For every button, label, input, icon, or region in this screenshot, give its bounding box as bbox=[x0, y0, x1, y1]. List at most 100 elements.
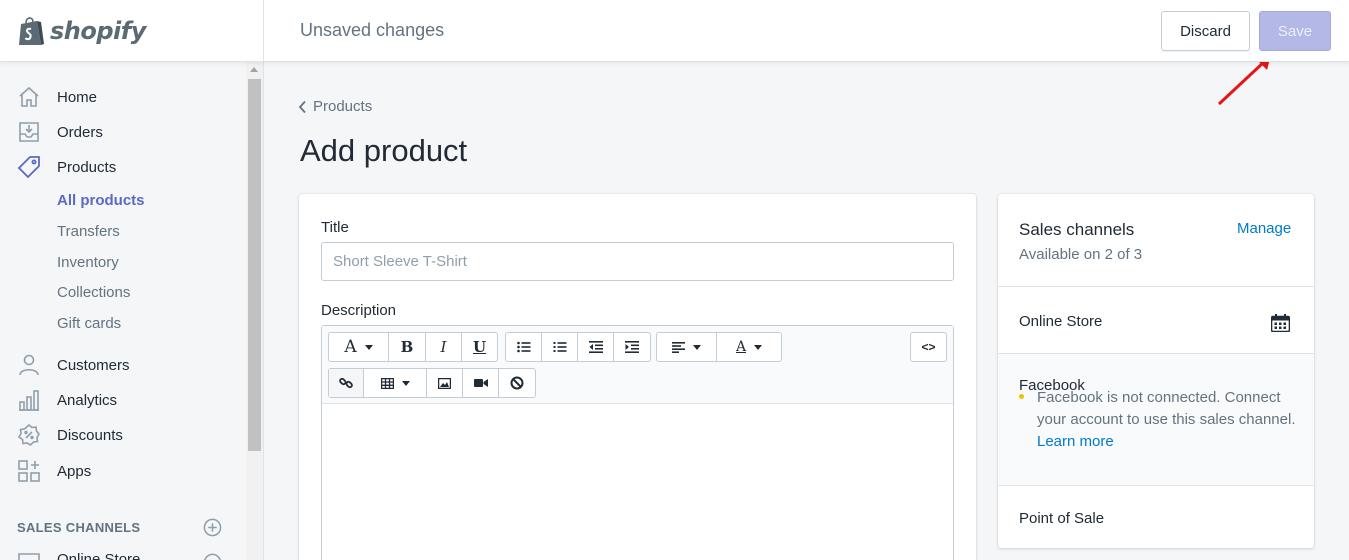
title-input[interactable] bbox=[321, 242, 954, 281]
outdent-icon bbox=[588, 341, 603, 353]
code-group: <> bbox=[910, 332, 947, 362]
sidebar-item-label: Customers bbox=[57, 356, 130, 374]
sidebar-item-online-store[interactable]: Online Store bbox=[57, 551, 140, 560]
tag-icon bbox=[17, 156, 40, 179]
learn-more-link[interactable]: Learn more bbox=[1037, 433, 1114, 450]
text-color-icon: A bbox=[735, 339, 747, 355]
chevron-down-icon bbox=[364, 344, 373, 350]
sidebar-item-label: Home bbox=[57, 88, 98, 106]
save-button[interactable]: Save bbox=[1259, 11, 1331, 51]
bullet-list-icon bbox=[516, 341, 530, 353]
image-button[interactable] bbox=[427, 369, 463, 397]
chevron-down-icon bbox=[754, 344, 763, 350]
manage-link[interactable]: Manage bbox=[1237, 220, 1291, 237]
store-icon bbox=[18, 553, 40, 560]
breadcrumb-products: Products bbox=[313, 98, 373, 115]
table-icon bbox=[380, 377, 394, 389]
view-eye-icon[interactable] bbox=[203, 553, 222, 560]
sidebar-item-products[interactable]: Products bbox=[0, 150, 246, 184]
clear-format-icon bbox=[510, 376, 524, 390]
chevron-down-icon bbox=[693, 344, 701, 350]
home-icon bbox=[19, 86, 39, 107]
sidebar-item-label: Apps bbox=[57, 462, 92, 480]
align-dropdown[interactable] bbox=[657, 333, 717, 361]
image-icon bbox=[438, 377, 451, 389]
bullet-list-button[interactable] bbox=[506, 333, 542, 361]
description-label: Description bbox=[321, 302, 397, 319]
sidebar-item-apps[interactable]: Apps bbox=[0, 454, 246, 488]
page-title: Add product bbox=[300, 133, 468, 168]
indent-button[interactable] bbox=[614, 333, 650, 361]
font-icon: A bbox=[344, 337, 357, 357]
sales-channels-title: Sales channels bbox=[1019, 220, 1135, 239]
numbered-list-icon bbox=[553, 342, 566, 352]
shopify-bag-icon bbox=[19, 16, 44, 45]
calendar-icon[interactable] bbox=[1271, 314, 1290, 332]
outdent-button[interactable] bbox=[578, 333, 614, 361]
sidebar-item-customers[interactable]: Customers bbox=[0, 348, 246, 382]
person-icon bbox=[19, 354, 39, 376]
sidebar-subitem-all-products[interactable]: All products bbox=[57, 192, 145, 209]
bold-button[interactable]: B bbox=[389, 333, 426, 361]
apps-grid-icon bbox=[18, 460, 40, 482]
top-bar: shopify Unsaved changes Discard Save bbox=[0, 0, 1349, 62]
underline-button[interactable]: U bbox=[462, 333, 497, 361]
sidebar-item-discounts[interactable]: Discounts bbox=[0, 418, 246, 452]
sidebar-subitem-inventory[interactable]: Inventory bbox=[57, 254, 119, 271]
description-editor: A B I U A <> bbox=[321, 325, 954, 560]
underline-icon: U bbox=[472, 338, 487, 356]
italic-button[interactable]: I bbox=[426, 333, 462, 361]
scroll-up-arrow-icon[interactable] bbox=[250, 67, 258, 72]
warning-dot-icon bbox=[1019, 394, 1024, 399]
sidebar-subitem-transfers[interactable]: Transfers bbox=[57, 223, 120, 240]
logo-text: shopify bbox=[50, 17, 146, 45]
sidebar-item-analytics[interactable]: Analytics bbox=[0, 383, 246, 417]
video-button[interactable] bbox=[463, 369, 499, 397]
text-color-dropdown[interactable]: A bbox=[717, 333, 781, 361]
link-icon bbox=[339, 377, 353, 389]
orders-inbox-icon bbox=[19, 122, 39, 142]
insert-group bbox=[328, 368, 536, 398]
channel-name: Online Store bbox=[1019, 313, 1103, 330]
sales-channels-card: Sales channels Manage Available on 2 of … bbox=[998, 194, 1314, 548]
title-label: Title bbox=[321, 219, 349, 236]
font-dropdown[interactable]: A bbox=[329, 333, 389, 361]
sidebar-item-home[interactable]: Home bbox=[0, 80, 246, 114]
sidebar: Home Orders Products All products Transf… bbox=[0, 62, 264, 560]
bar-chart-icon bbox=[19, 390, 39, 411]
link-button[interactable] bbox=[329, 369, 364, 397]
sales-channels-header: Sales channels Manage Available on 2 of … bbox=[998, 194, 1314, 287]
format-group: A bbox=[656, 332, 782, 362]
facebook-warning: Facebook is not connected. Connect your … bbox=[1037, 387, 1297, 453]
channels-availability: Available on 2 of 3 bbox=[1019, 246, 1143, 263]
sidebar-item-label: Analytics bbox=[57, 391, 118, 409]
sidebar-item-label: Orders bbox=[57, 123, 103, 141]
sidebar-item-orders[interactable]: Orders bbox=[0, 115, 246, 149]
sidebar-subitem-gift-cards[interactable]: Gift cards bbox=[57, 315, 121, 332]
breadcrumb[interactable]: Products bbox=[298, 98, 372, 115]
html-code-button[interactable]: <> bbox=[911, 333, 946, 361]
channel-online-store: Online Store bbox=[998, 287, 1314, 354]
unsaved-changes-label: Unsaved changes bbox=[300, 20, 445, 40]
sidebar-item-label: Discounts bbox=[57, 426, 123, 444]
numbered-list-button[interactable] bbox=[542, 333, 578, 361]
bold-icon: B bbox=[400, 338, 414, 356]
channel-facebook: Facebook Facebook is not connected. Conn… bbox=[998, 354, 1314, 486]
table-dropdown[interactable] bbox=[364, 369, 427, 397]
sidebar-subitem-collections[interactable]: Collections bbox=[57, 284, 130, 301]
html-code-icon: <> bbox=[921, 340, 936, 354]
logo[interactable]: shopify bbox=[0, 0, 264, 62]
add-circle-icon[interactable] bbox=[203, 518, 222, 537]
facebook-note-text: Facebook is not connected. Connect your … bbox=[1037, 389, 1296, 428]
chevron-down-icon bbox=[401, 380, 410, 386]
list-group bbox=[505, 332, 651, 362]
discard-button[interactable]: Discard bbox=[1161, 11, 1250, 51]
editor-toolbar: A B I U A <> bbox=[322, 326, 953, 404]
sales-channels-heading: SALES CHANNELS bbox=[17, 520, 141, 535]
sidebar-scroll-thumb[interactable] bbox=[248, 79, 261, 451]
description-text-area[interactable] bbox=[322, 404, 953, 560]
italic-icon: I bbox=[440, 338, 447, 356]
discount-badge-icon bbox=[17, 423, 40, 446]
align-left-icon bbox=[672, 341, 685, 353]
clear-format-button[interactable] bbox=[499, 369, 535, 397]
